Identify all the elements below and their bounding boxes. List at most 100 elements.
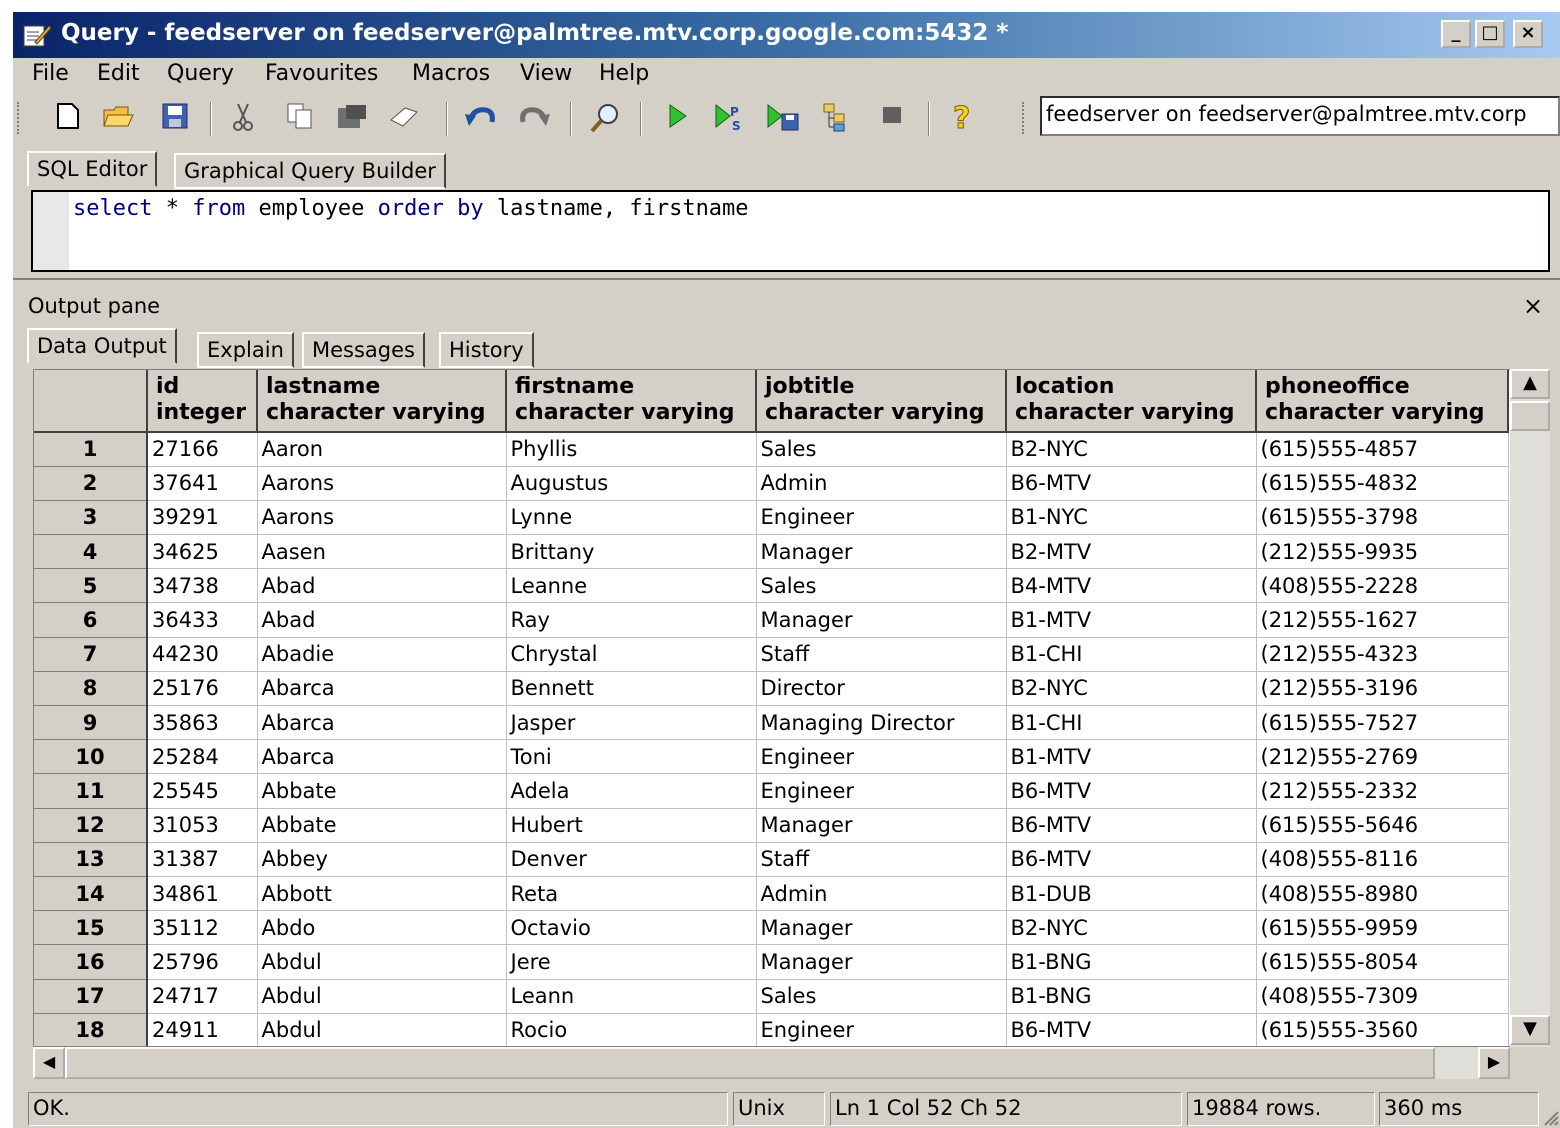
cell-firstname[interactable]: Augustus [506, 466, 757, 501]
cell-jobtitle[interactable]: Staff [756, 842, 1007, 877]
resize-grip-icon[interactable] [1541, 1108, 1559, 1126]
cell-id[interactable]: 31387 [147, 842, 258, 877]
table-row[interactable]: 16 25796 Abdul Jere Manager B1-BNG (615)555-80… [34, 944, 1509, 980]
cell-lastname[interactable]: Abdul [257, 979, 507, 1014]
cell-phoneoffice[interactable]: (212)555-9935 [1256, 534, 1509, 570]
table-row[interactable]: 10 25284 Abarca Toni Engineer B1-MTV (212)555-… [34, 739, 1509, 775]
cell-id[interactable]: 34861 [147, 876, 258, 912]
cell-lastname[interactable]: Aarons [257, 466, 507, 501]
vertical-scroll-thumb[interactable] [1510, 401, 1550, 431]
cell-lastname[interactable]: Abadie [257, 637, 507, 672]
undo-icon[interactable] [463, 102, 497, 136]
scroll-right-arrow-icon[interactable]: ▶ [1478, 1047, 1510, 1079]
cell-location[interactable]: B1-CHI [1006, 637, 1257, 672]
cell-jobtitle[interactable]: Admin [756, 876, 1007, 912]
cell-id[interactable]: 36433 [147, 602, 258, 638]
pane-splitter[interactable] [13, 278, 1560, 290]
cell-firstname[interactable]: Leann [506, 979, 757, 1014]
cell-firstname[interactable]: Leanne [506, 568, 757, 604]
row-number[interactable]: 6 [34, 602, 148, 638]
cell-location[interactable]: B2-NYC [1006, 910, 1257, 946]
cell-id[interactable]: 25545 [147, 773, 258, 809]
cell-firstname[interactable]: Hubert [506, 808, 757, 843]
cell-id[interactable]: 39291 [147, 500, 258, 536]
execute-icon[interactable] [661, 102, 695, 136]
table-row[interactable]: 2 37641 Aarons Augustus Admin B6-MTV (615)555-… [34, 466, 1509, 501]
cell-location[interactable]: B1-MTV [1006, 739, 1257, 775]
cell-phoneoffice[interactable]: (408)555-7309 [1256, 979, 1509, 1014]
cell-firstname[interactable]: Lynne [506, 500, 757, 536]
cell-phoneoffice[interactable]: (212)555-2332 [1256, 773, 1509, 809]
cell-jobtitle[interactable]: Managing Director [756, 705, 1007, 741]
cell-jobtitle[interactable]: Engineer [756, 739, 1007, 775]
table-row[interactable]: 9 35863 Abarca Jasper Managing Director B1-CH… [34, 705, 1509, 741]
row-number[interactable]: 13 [34, 842, 148, 877]
toolbar-grip[interactable] [17, 102, 21, 134]
cell-lastname[interactable]: Abbey [257, 842, 507, 877]
cell-id[interactable]: 35112 [147, 910, 258, 946]
close-button[interactable]: × [1513, 20, 1543, 48]
cell-location[interactable]: B2-NYC [1006, 671, 1257, 707]
cell-jobtitle[interactable]: Engineer [756, 773, 1007, 809]
column-header[interactable]: firstname character varying [506, 370, 757, 433]
explain-query-icon[interactable] [822, 102, 856, 136]
cell-firstname[interactable]: Bennett [506, 671, 757, 707]
horizontal-scrollbar[interactable]: ◀ ▶ [33, 1047, 1510, 1079]
toolbar-grip[interactable] [1022, 102, 1026, 134]
cell-firstname[interactable]: Brittany [506, 534, 757, 570]
table-row[interactable]: 3 39291 Aarons Lynne Engineer B1-NYC (615)555-… [34, 500, 1509, 536]
redo-icon[interactable] [518, 102, 552, 136]
row-number[interactable]: 1 [34, 432, 148, 467]
cell-jobtitle[interactable]: Admin [756, 466, 1007, 501]
cell-id[interactable]: 44230 [147, 637, 258, 672]
cell-lastname[interactable]: Abbott [257, 876, 507, 912]
cell-phoneoffice[interactable]: (212)555-1627 [1256, 602, 1509, 638]
cell-lastname[interactable]: Abarca [257, 705, 507, 741]
row-number[interactable]: 3 [34, 500, 148, 536]
menu-edit[interactable]: Edit [97, 61, 140, 86]
cell-id[interactable]: 24717 [147, 979, 258, 1014]
cell-jobtitle[interactable]: Manager [756, 910, 1007, 946]
cell-jobtitle[interactable]: Manager [756, 602, 1007, 638]
row-number[interactable]: 17 [34, 979, 148, 1014]
cell-phoneoffice[interactable]: (615)555-4857 [1256, 432, 1509, 467]
row-number[interactable]: 12 [34, 808, 148, 843]
cell-jobtitle[interactable]: Manager [756, 944, 1007, 980]
column-header[interactable]: location character varying [1006, 370, 1257, 433]
cell-jobtitle[interactable]: Sales [756, 432, 1007, 467]
row-number[interactable]: 9 [34, 705, 148, 741]
table-row[interactable]: 12 31053 Abbate Hubert Manager B6-MTV (615)555… [34, 808, 1509, 843]
table-row[interactable]: 6 36433 Abad Ray Manager B1-MTV (212)555-1627 [34, 602, 1509, 638]
paste-icon[interactable] [335, 102, 369, 136]
cell-jobtitle[interactable]: Manager [756, 534, 1007, 570]
table-row[interactable]: 17 24717 Abdul Leann Sales B1-BNG (408)555-730… [34, 979, 1509, 1014]
tab-history[interactable]: History [439, 332, 534, 368]
cut-icon[interactable] [226, 102, 260, 136]
menu-help[interactable]: Help [599, 61, 649, 86]
table-row[interactable]: 5 34738 Abad Leanne Sales B4-MTV (408)555-2228 [34, 568, 1509, 604]
cell-lastname[interactable]: Abad [257, 602, 507, 638]
cell-jobtitle[interactable]: Sales [756, 979, 1007, 1014]
find-icon[interactable] [588, 102, 622, 136]
cell-phoneoffice[interactable]: (212)555-3196 [1256, 671, 1509, 707]
cell-firstname[interactable]: Chrystal [506, 637, 757, 672]
table-row[interactable]: 8 25176 Abarca Bennett Director B2-NYC (212)55… [34, 671, 1509, 707]
sql-editor[interactable]: select * from employee order by lastname… [31, 190, 1550, 272]
table-row[interactable]: 11 25545 Abbate Adela Engineer B6-MTV (212)555… [34, 773, 1509, 809]
cell-id[interactable]: 27166 [147, 432, 258, 467]
cell-firstname[interactable]: Denver [506, 842, 757, 877]
cell-location[interactable]: B1-BNG [1006, 979, 1257, 1014]
menu-favourites[interactable]: Favourites [265, 61, 378, 86]
menu-view[interactable]: View [520, 61, 572, 86]
cell-id[interactable]: 25796 [147, 944, 258, 980]
output-pane-close-icon[interactable]: × [1523, 292, 1543, 320]
cell-phoneoffice[interactable]: (408)555-8116 [1256, 842, 1509, 877]
row-number[interactable]: 18 [34, 1013, 148, 1046]
row-number[interactable]: 2 [34, 466, 148, 501]
cell-phoneoffice[interactable]: (615)555-7527 [1256, 705, 1509, 741]
cell-phoneoffice[interactable]: (615)555-5646 [1256, 808, 1509, 843]
cell-firstname[interactable]: Octavio [506, 910, 757, 946]
cell-id[interactable]: 35863 [147, 705, 258, 741]
row-number[interactable]: 7 [34, 637, 148, 672]
cell-location[interactable]: B2-MTV [1006, 534, 1257, 570]
